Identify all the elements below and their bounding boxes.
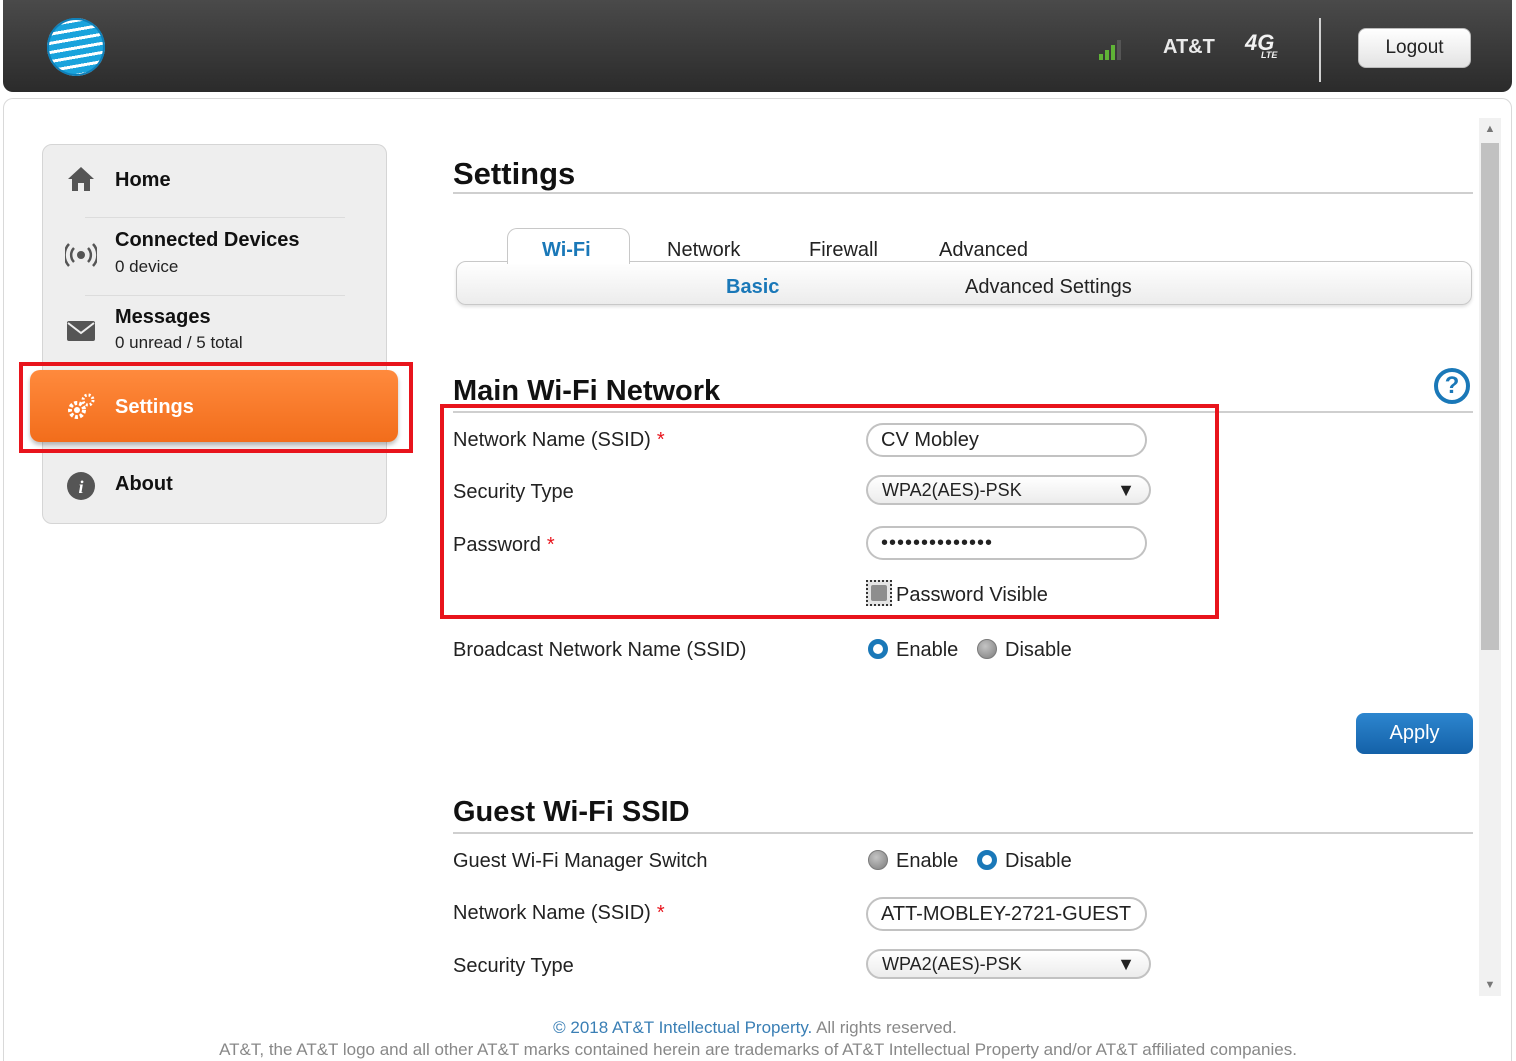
envelope-icon bbox=[65, 319, 97, 351]
sidebar-item-home[interactable]: Home bbox=[43, 163, 388, 213]
footer-trademark: AT&T, the AT&T logo and all other AT&T m… bbox=[219, 1040, 1297, 1059]
guest-disable-radio[interactable] bbox=[977, 850, 997, 870]
logout-button[interactable]: Logout bbox=[1358, 28, 1471, 68]
messages-count: 0 unread / 5 total bbox=[115, 333, 243, 352]
guest-enable-radio[interactable] bbox=[868, 850, 888, 870]
apply-button[interactable]: Apply bbox=[1356, 713, 1473, 754]
sidebar: Home Connected Devices 0 device Messages… bbox=[42, 144, 387, 524]
subtab-basic[interactable]: Basic bbox=[726, 276, 779, 299]
broadcast-disable-label[interactable]: Disable bbox=[1005, 639, 1072, 662]
vertical-scrollbar[interactable]: ▲ ▼ bbox=[1479, 118, 1501, 996]
subtab-advanced-settings[interactable]: Advanced Settings bbox=[965, 276, 1132, 299]
info-icon: i bbox=[65, 471, 97, 503]
scroll-down-arrow-icon[interactable]: ▼ bbox=[1479, 974, 1501, 996]
guest-ssid-label: Network Name (SSID) * bbox=[453, 902, 665, 925]
guest-switch-label: Guest Wi-Fi Manager Switch bbox=[453, 850, 708, 872]
scroll-up-arrow-icon[interactable]: ▲ bbox=[1479, 118, 1501, 140]
highlight-box-settings bbox=[19, 362, 413, 453]
header-divider bbox=[1319, 18, 1321, 82]
wireless-devices-icon bbox=[63, 241, 99, 273]
network-type-icon: 4G LTE bbox=[1245, 30, 1277, 60]
guest-ssid-input[interactable]: ATT-MOBLEY-2721-GUEST bbox=[866, 897, 1147, 931]
sidebar-item-messages[interactable]: Messages 0 unread / 5 total bbox=[43, 301, 388, 369]
guest-wifi-title: Guest Wi-Fi SSID bbox=[453, 796, 690, 828]
section-rule bbox=[453, 832, 1473, 834]
sidebar-item-label: Messages bbox=[115, 306, 211, 328]
page-title: Settings bbox=[453, 156, 576, 191]
tab-network[interactable]: Network bbox=[667, 239, 740, 262]
scrollbar-thumb[interactable] bbox=[1481, 143, 1499, 650]
sidebar-item-about[interactable]: i About bbox=[43, 465, 388, 517]
copyright-link[interactable]: © 2018 AT&T Intellectual Property. bbox=[553, 1018, 812, 1037]
sidebar-item-connected-devices[interactable]: Connected Devices 0 device bbox=[43, 223, 388, 291]
broadcast-enable-radio[interactable] bbox=[868, 639, 888, 659]
footer-copyright: © 2018 AT&T Intellectual Property. All r… bbox=[0, 1018, 1510, 1038]
broadcast-enable-label[interactable]: Enable bbox=[896, 639, 958, 662]
tab-firewall[interactable]: Firewall bbox=[809, 239, 878, 262]
tab-wifi[interactable]: Wi-Fi bbox=[542, 239, 591, 262]
guest-security-label: Security Type bbox=[453, 955, 574, 977]
tab-advanced[interactable]: Advanced bbox=[939, 239, 1028, 262]
sidebar-item-label: About bbox=[115, 473, 173, 495]
signal-strength-icon bbox=[1099, 38, 1129, 60]
broadcast-disable-radio[interactable] bbox=[977, 639, 997, 659]
guest-security-value: WPA2(AES)-PSK bbox=[882, 954, 1022, 974]
help-icon[interactable]: ? bbox=[1434, 368, 1470, 404]
guest-ssid-label-text: Network Name (SSID) bbox=[453, 902, 651, 924]
required-marker: * bbox=[656, 902, 665, 924]
top-header: AT&T 4G LTE Logout bbox=[3, 0, 1512, 92]
network-badge-sub: LTE bbox=[1261, 50, 1278, 60]
sidebar-divider bbox=[85, 217, 345, 218]
dropdown-arrow-icon: ▼ bbox=[1117, 954, 1135, 974]
subtab-bar bbox=[456, 261, 1472, 305]
highlight-box-main-wifi bbox=[440, 404, 1219, 619]
title-rule bbox=[453, 192, 1473, 194]
sidebar-item-label: Home bbox=[115, 169, 171, 191]
carrier-name: AT&T bbox=[1163, 36, 1215, 58]
sidebar-divider bbox=[85, 295, 345, 296]
copyright-rest: All rights reserved. bbox=[812, 1018, 957, 1037]
guest-security-select[interactable]: WPA2(AES)-PSK ▼ bbox=[866, 949, 1151, 979]
sidebar-item-label: Connected Devices bbox=[115, 229, 300, 251]
connected-devices-count: 0 device bbox=[115, 257, 179, 276]
guest-enable-label[interactable]: Enable bbox=[896, 850, 958, 873]
broadcast-ssid-label: Broadcast Network Name (SSID) bbox=[453, 639, 747, 661]
att-globe-logo bbox=[47, 18, 105, 76]
home-icon bbox=[65, 165, 97, 197]
svg-text:i: i bbox=[78, 477, 83, 497]
guest-disable-label[interactable]: Disable bbox=[1005, 850, 1072, 873]
